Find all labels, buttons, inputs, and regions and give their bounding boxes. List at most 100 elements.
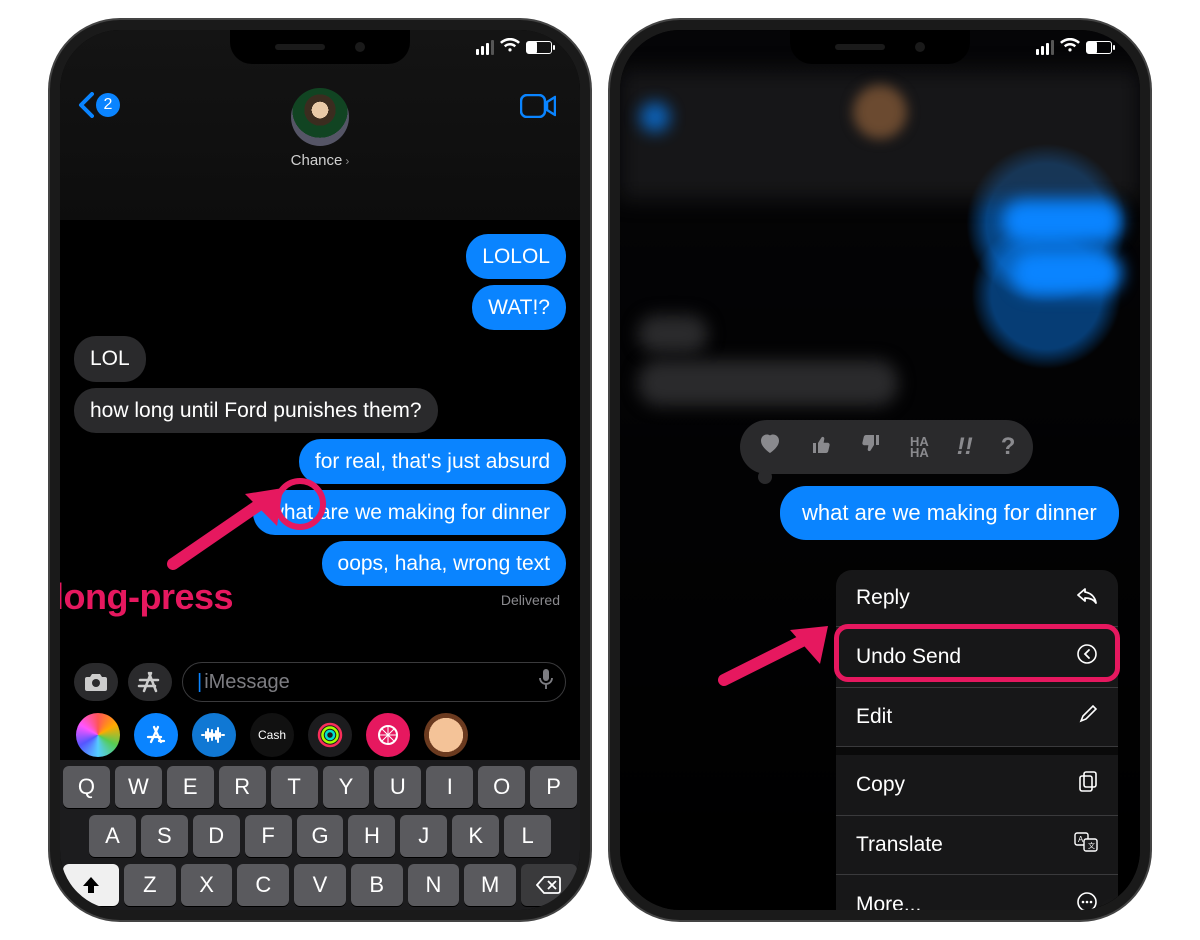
- received-bubble[interactable]: LOL: [74, 336, 146, 381]
- menu-undo-send[interactable]: Undo Send: [836, 627, 1118, 688]
- edit-icon: [1078, 704, 1098, 730]
- key-n[interactable]: N: [408, 864, 460, 906]
- delivered-label: Delivered: [74, 592, 566, 608]
- keyboard-row: Q W E R T Y U I O P: [63, 766, 577, 808]
- key-y[interactable]: Y: [323, 766, 370, 808]
- appstore-app-icon[interactable]: [134, 713, 178, 757]
- key-c[interactable]: C: [237, 864, 289, 906]
- tapback-bar: HA HA !! ?: [740, 420, 1033, 474]
- key-x[interactable]: X: [181, 864, 233, 906]
- sent-bubble[interactable]: WAT!?: [472, 285, 566, 330]
- message-input[interactable]: |iMessage: [182, 662, 566, 702]
- blurred-bubble: [638, 315, 708, 353]
- menu-separator: [836, 747, 1118, 755]
- tapback-question-icon[interactable]: ?: [1001, 433, 1016, 461]
- chevron-right-icon: ›: [345, 154, 349, 168]
- key-v[interactable]: V: [294, 864, 346, 906]
- contact-name-label: Chance: [291, 152, 343, 169]
- key-o[interactable]: O: [478, 766, 525, 808]
- svg-text:文: 文: [1088, 841, 1095, 850]
- menu-more[interactable]: More...: [836, 875, 1118, 910]
- fitness-app-icon[interactable]: [308, 713, 352, 757]
- key-g[interactable]: G: [297, 815, 344, 857]
- svg-text:A: A: [1078, 835, 1084, 844]
- menu-copy-label: Copy: [856, 773, 905, 797]
- key-m[interactable]: M: [464, 864, 516, 906]
- imessage-app-strip[interactable]: Cash: [60, 710, 580, 760]
- menu-translate-label: Translate: [856, 833, 943, 857]
- menu-reply[interactable]: Reply: [836, 570, 1118, 627]
- contact-avatar[interactable]: [291, 88, 349, 146]
- apple-cash-app-icon[interactable]: Cash: [250, 713, 294, 757]
- key-r[interactable]: R: [219, 766, 266, 808]
- key-shift[interactable]: [63, 864, 119, 906]
- sent-bubble[interactable]: oops, haha, wrong text: [322, 541, 566, 586]
- sent-bubble[interactable]: for real, that's just absurd: [299, 439, 566, 484]
- battery-icon: [526, 41, 552, 54]
- key-e[interactable]: E: [167, 766, 214, 808]
- tapback-thumbsup-icon[interactable]: [810, 433, 832, 462]
- key-w[interactable]: W: [115, 766, 162, 808]
- blurred-avatar: [853, 85, 907, 139]
- contact-name[interactable]: Chance›: [60, 152, 580, 169]
- notch: [230, 30, 410, 64]
- messages-scroll[interactable]: LOLOL WAT!? LOL how long until Ford puni…: [60, 220, 580, 640]
- tapback-thumbsdown-icon[interactable]: [860, 433, 882, 462]
- cellular-signal-icon: [476, 40, 494, 55]
- dictation-icon[interactable]: [539, 668, 553, 696]
- back-button[interactable]: 2: [78, 92, 120, 118]
- translate-icon: A文: [1074, 832, 1098, 858]
- menu-edit-label: Edit: [856, 705, 892, 729]
- key-q[interactable]: Q: [63, 766, 110, 808]
- menu-translate[interactable]: Translate A文: [836, 816, 1118, 875]
- tapback-haha-icon[interactable]: HA HA: [910, 436, 929, 458]
- app-drawer-button[interactable]: [128, 663, 172, 701]
- menu-more-label: More...: [856, 893, 921, 910]
- menu-copy[interactable]: Copy: [836, 755, 1118, 816]
- tapback-exclaim-icon[interactable]: !!: [957, 433, 973, 461]
- key-f[interactable]: F: [245, 815, 292, 857]
- tapback-heart-icon[interactable]: [758, 433, 782, 462]
- sent-bubble[interactable]: what are we making for dinner: [253, 490, 566, 535]
- key-a[interactable]: A: [89, 815, 136, 857]
- key-t[interactable]: T: [271, 766, 318, 808]
- key-u[interactable]: U: [374, 766, 421, 808]
- photos-app-icon[interactable]: [76, 713, 120, 757]
- menu-edit[interactable]: Edit: [836, 688, 1118, 747]
- copy-icon: [1078, 771, 1098, 799]
- undo-icon: [1076, 643, 1098, 671]
- key-l[interactable]: L: [504, 815, 551, 857]
- wifi-icon: [1060, 38, 1080, 56]
- blurred-bubble: [638, 360, 898, 406]
- key-s[interactable]: S: [141, 815, 188, 857]
- key-b[interactable]: B: [351, 864, 403, 906]
- key-h[interactable]: H: [348, 815, 395, 857]
- menu-undo-label: Undo Send: [856, 645, 961, 669]
- key-i[interactable]: I: [426, 766, 473, 808]
- audio-app-icon[interactable]: [192, 713, 236, 757]
- received-bubble[interactable]: how long until Ford punishes them?: [74, 388, 438, 433]
- wifi-icon: [500, 38, 520, 56]
- keyboard[interactable]: Q W E R T Y U I O P A S D F G H J K L Z: [60, 760, 580, 910]
- key-z[interactable]: Z: [124, 864, 176, 906]
- sent-bubble[interactable]: LOLOL: [466, 234, 566, 279]
- memoji-app-icon[interactable]: [424, 713, 468, 757]
- status-bar: [1036, 38, 1112, 56]
- cellular-signal-icon: [1036, 40, 1054, 55]
- digital-touch-app-icon[interactable]: [366, 713, 410, 757]
- camera-button[interactable]: [74, 663, 118, 701]
- context-menu: Reply Undo Send Edit Copy Translate A文 M…: [836, 570, 1118, 910]
- phone-right: HA HA !! ? what are we making for dinner…: [620, 30, 1140, 910]
- keyboard-row: Z X C V B N M: [63, 864, 577, 906]
- key-k[interactable]: K: [452, 815, 499, 857]
- key-backspace[interactable]: [521, 864, 577, 906]
- battery-icon: [1086, 41, 1112, 54]
- focused-message-bubble[interactable]: what are we making for dinner: [780, 486, 1119, 540]
- blurred-bubble: [1012, 252, 1122, 294]
- key-d[interactable]: D: [193, 815, 240, 857]
- key-j[interactable]: J: [400, 815, 447, 857]
- blurred-back-button: [640, 102, 670, 132]
- facetime-button[interactable]: [520, 92, 556, 126]
- key-p[interactable]: P: [530, 766, 577, 808]
- keyboard-row: A S D F G H J K L: [63, 815, 577, 857]
